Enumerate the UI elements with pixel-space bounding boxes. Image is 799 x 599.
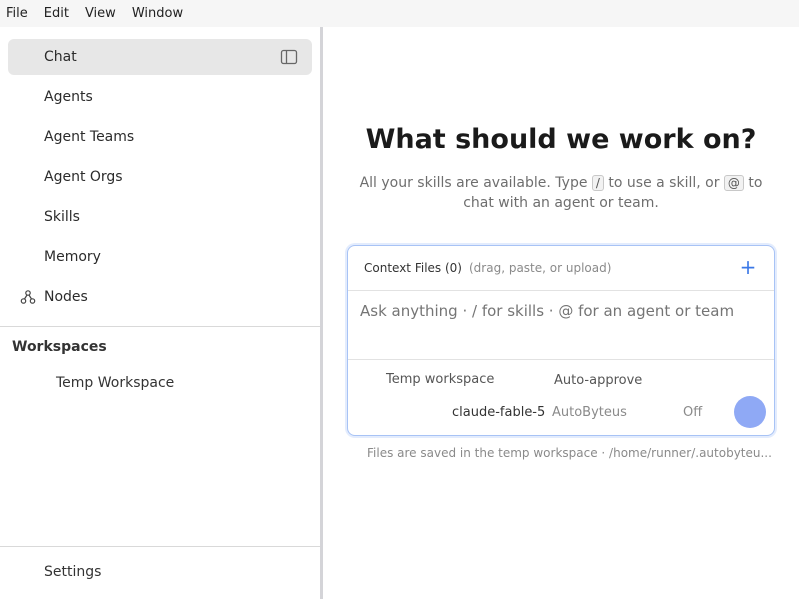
- sidebar-item-label: Agent Teams: [44, 129, 135, 145]
- workspace-selector[interactable]: Temp workspace: [386, 372, 494, 387]
- menu-file[interactable]: File: [6, 0, 28, 27]
- sidebar-item-agent-teams[interactable]: Agent Teams: [8, 119, 312, 155]
- page-title: What should we work on?: [365, 124, 757, 155]
- sidebar-item-skills[interactable]: Skills: [8, 199, 312, 235]
- subtitle-text: All your skills are available. Type: [359, 175, 588, 191]
- context-files-label: Context Files (0): [364, 261, 462, 275]
- workspace-item-temp[interactable]: Temp Workspace: [56, 375, 174, 391]
- auto-approve-label: Auto-approve: [554, 373, 643, 388]
- main-panel: What should we work on? All your skills …: [323, 27, 799, 599]
- prompt-input[interactable]: [360, 302, 760, 320]
- sidebar-item-memory[interactable]: Memory: [8, 239, 312, 275]
- sidebar-item-chat[interactable]: Chat: [8, 39, 312, 75]
- context-files-row[interactable]: Context Files (0) (drag, paste, or uploa…: [348, 246, 774, 291]
- context-files-hint: (drag, paste, or upload): [469, 261, 612, 275]
- kbd-at: @: [723, 175, 744, 191]
- sidebar-item-label: Agents: [44, 89, 93, 105]
- sidebar-item-label: Memory: [44, 249, 101, 265]
- sidebar-item-label: Chat: [44, 49, 77, 65]
- menu-bar: File Edit View Window: [0, 0, 799, 27]
- subtitle-text: to use a skill, or: [608, 175, 720, 191]
- menu-edit[interactable]: Edit: [44, 0, 69, 27]
- settings-link[interactable]: Settings: [44, 564, 101, 580]
- send-button[interactable]: [734, 396, 766, 428]
- sidebar-item-label: Agent Orgs: [44, 169, 123, 185]
- menu-view[interactable]: View: [85, 0, 116, 27]
- add-context-file-button[interactable]: +: [738, 257, 758, 277]
- sidebar-divider: [0, 546, 320, 547]
- page-subtitle: All your skills are available. Type / to…: [351, 173, 771, 213]
- sidebar-item-agent-orgs[interactable]: Agent Orgs: [8, 159, 312, 195]
- workspace-footnote: Files are saved in the temp workspace · …: [367, 446, 772, 460]
- model-selector[interactable]: claude-fable-5: [452, 405, 545, 420]
- nodes-icon: [20, 289, 36, 305]
- sidebar-item-nodes[interactable]: Nodes: [8, 279, 312, 315]
- sidebar-item-label: Skills: [44, 209, 80, 225]
- sidebar-divider: [0, 326, 320, 327]
- kbd-slash: /: [591, 175, 604, 191]
- sidebar-item-agents[interactable]: Agents: [8, 79, 312, 115]
- composer: Context Files (0) (drag, paste, or uploa…: [347, 245, 775, 436]
- auto-approve-toggle[interactable]: Off: [683, 405, 702, 420]
- sidebar-toggle-icon[interactable]: [280, 48, 298, 66]
- menu-window[interactable]: Window: [132, 0, 183, 27]
- sidebar: Chat Agents Agent Teams Agent Orgs Skill…: [0, 27, 320, 599]
- workspaces-title: Workspaces: [12, 339, 107, 355]
- sidebar-item-label: Nodes: [44, 289, 88, 305]
- provider-label: AutoByteus: [552, 405, 627, 420]
- composer-divider: [348, 359, 774, 360]
